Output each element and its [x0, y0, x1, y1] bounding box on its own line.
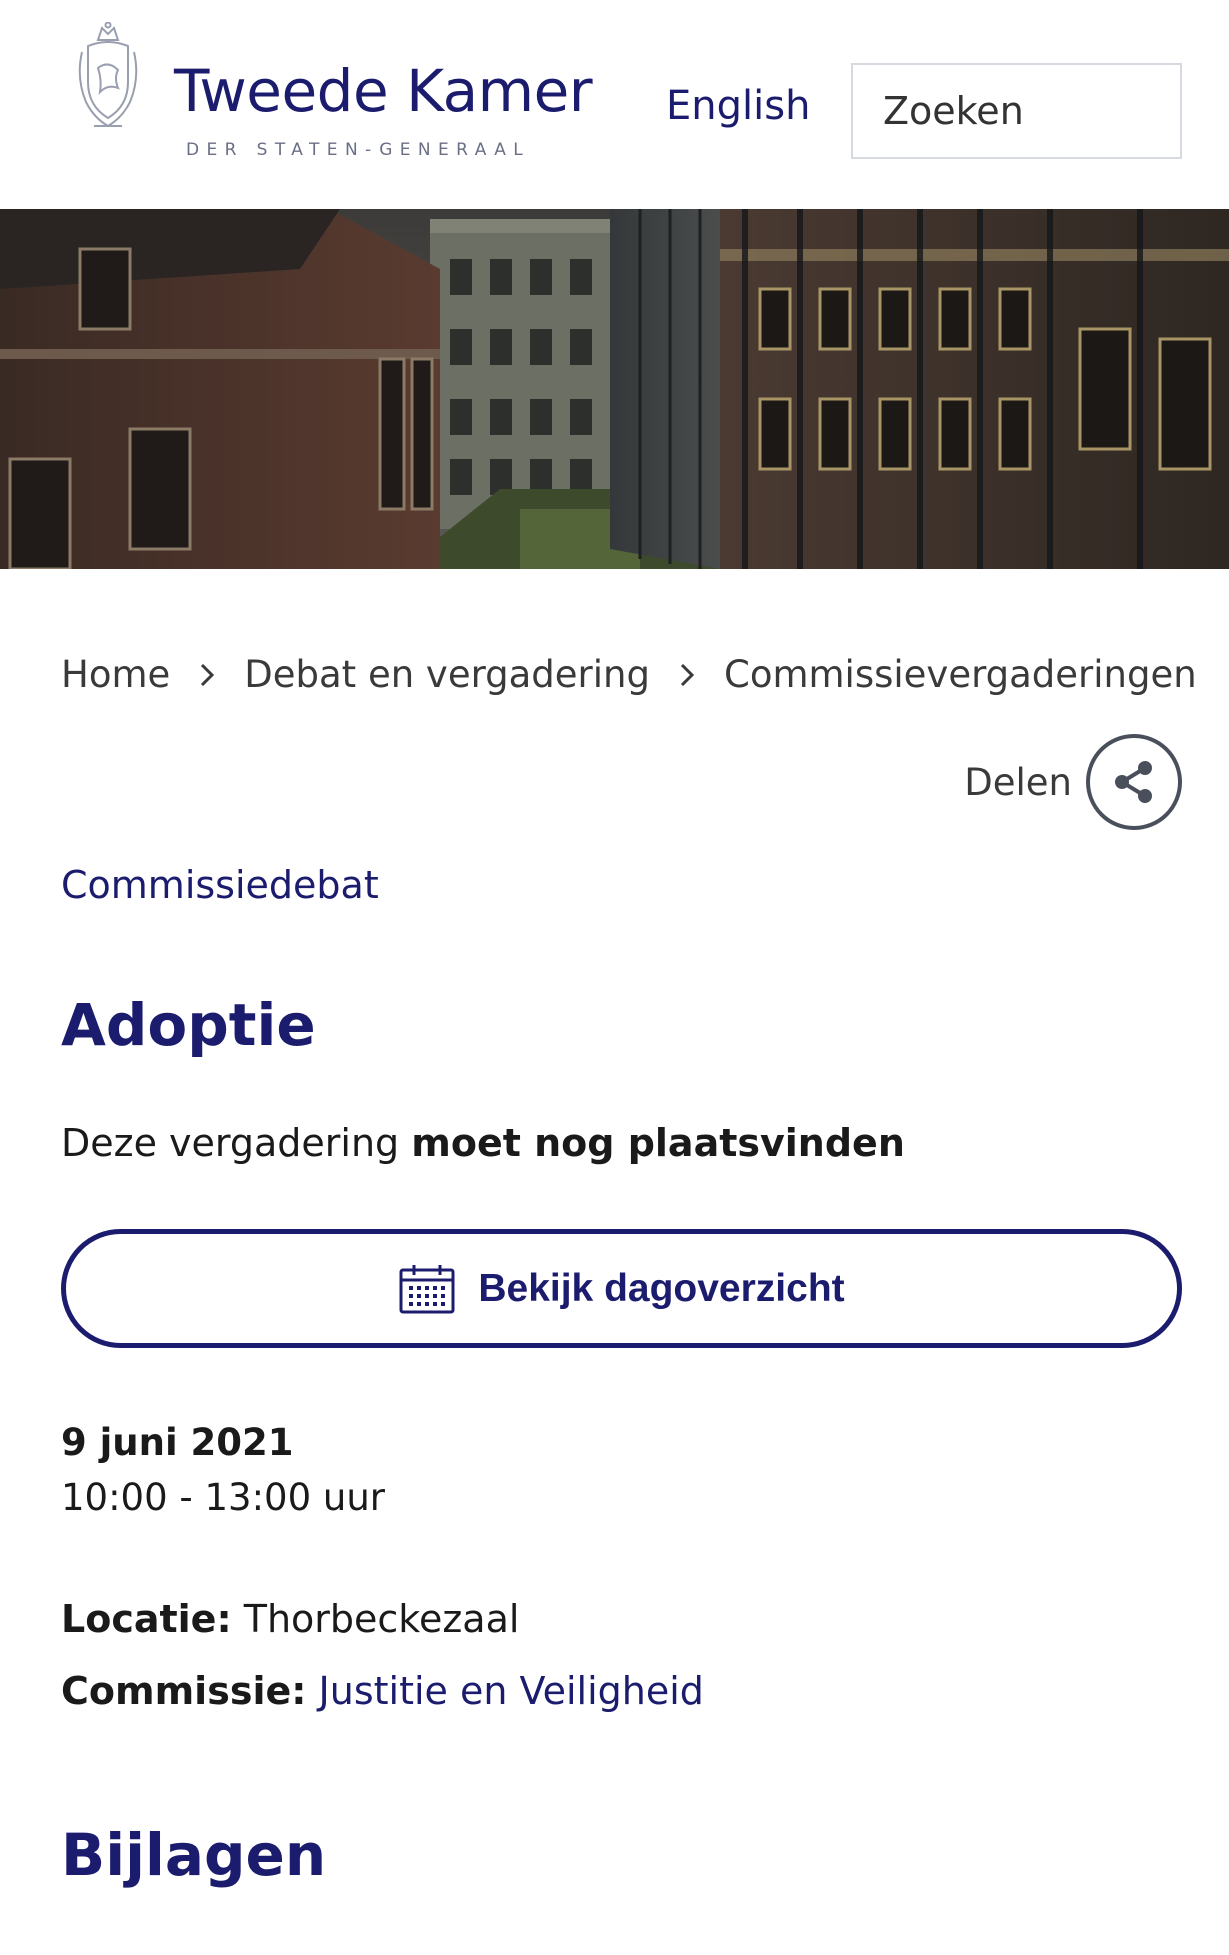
- status-prefix: Deze vergadering: [61, 1121, 412, 1165]
- site-subtitle: DER STATEN-GENERAAL: [186, 140, 531, 160]
- attachments-heading: Bijlagen: [61, 1821, 327, 1889]
- breadcrumb-home[interactable]: Home: [61, 656, 170, 693]
- committee-link[interactable]: Justitie en Veiligheid: [319, 1669, 704, 1713]
- share-control[interactable]: Delen: [964, 734, 1182, 830]
- hero-image: [0, 209, 1229, 569]
- share-icon: [1115, 761, 1152, 803]
- breadcrumb-debat-en-vergadering[interactable]: Debat en vergadering: [244, 656, 650, 693]
- meeting-date: 9 juni 2021: [61, 1421, 294, 1464]
- location-label: Locatie:: [61, 1597, 232, 1641]
- english-language-link[interactable]: English: [666, 86, 810, 126]
- chevron-right-icon: [170, 656, 244, 693]
- meeting-time: 10:00 - 13:00 uur: [61, 1476, 386, 1519]
- site-header: Tweede Kamer DER STATEN-GENERAAL English: [0, 0, 1229, 209]
- page-title: Adoptie: [61, 991, 316, 1059]
- breadcrumb: Home Debat en vergadering Commissieverga…: [61, 656, 1197, 693]
- location-value: Thorbeckezaal: [243, 1597, 520, 1641]
- share-button[interactable]: [1086, 734, 1182, 830]
- courtyard-photo: [0, 209, 1229, 569]
- meeting-type: Commissiedebat: [61, 863, 379, 907]
- search-box[interactable]: [851, 63, 1182, 159]
- committee-label: Commissie:: [61, 1669, 307, 1713]
- site-title[interactable]: Tweede Kamer: [174, 62, 593, 120]
- meeting-status: Deze vergadering moet nog plaatsvinden: [61, 1124, 905, 1162]
- share-label[interactable]: Delen: [964, 761, 1072, 804]
- status-emphasis: moet nog plaatsvinden: [411, 1121, 905, 1165]
- location-row: Locatie: Thorbeckezaal: [61, 1600, 519, 1638]
- calendar-icon: [399, 1264, 455, 1313]
- day-overview-button[interactable]: Bekijk dagoverzicht: [61, 1229, 1182, 1348]
- royal-crest-icon[interactable]: [74, 22, 142, 134]
- search-input[interactable]: [853, 65, 1180, 157]
- committee-row: Commissie: Justitie en Veiligheid: [61, 1672, 704, 1710]
- chevron-right-icon: [650, 656, 724, 693]
- breadcrumb-commissievergaderingen[interactable]: Commissievergaderingen: [724, 656, 1197, 693]
- day-overview-label: Bekijk dagoverzicht: [478, 1266, 845, 1310]
